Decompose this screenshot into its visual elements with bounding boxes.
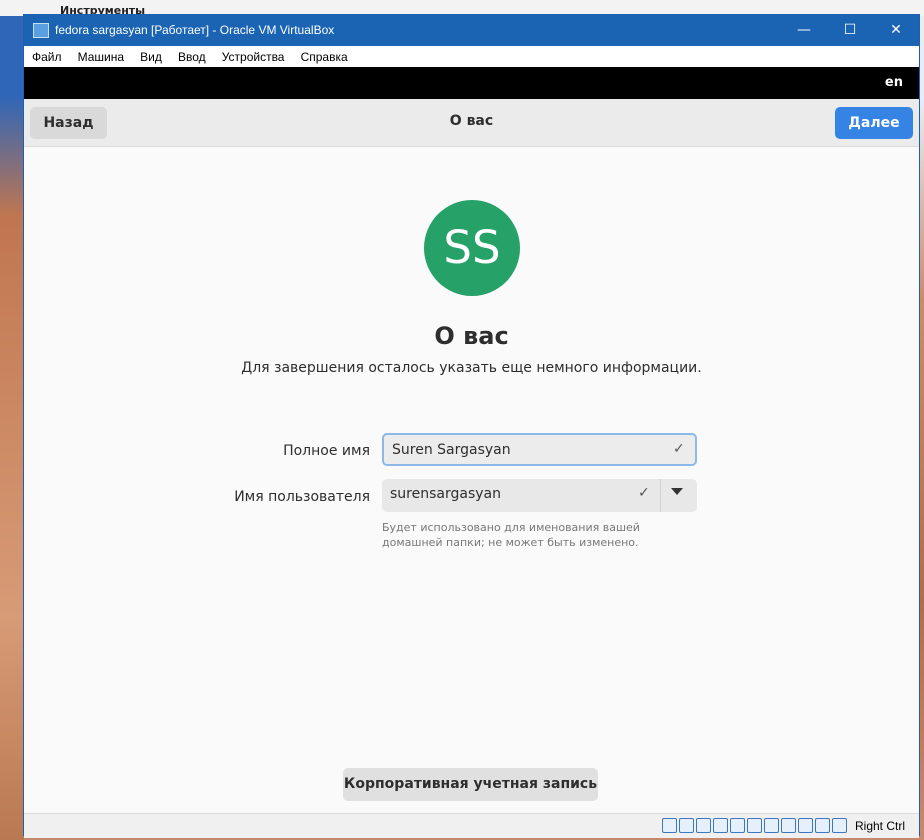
mouse-icon[interactable] — [815, 818, 830, 833]
setup-header: Назад О вас Далее — [24, 99, 919, 147]
about-you-page: SS О вас Для завершения осталось указать… — [24, 147, 919, 813]
menu-devices[interactable]: Устройства — [222, 46, 285, 64]
page-subtitle: Для завершения осталось указать еще немн… — [241, 360, 702, 376]
keyboard-icon[interactable] — [832, 818, 847, 833]
menu-file[interactable]: Файл — [32, 46, 62, 64]
window-title: fedora sargasyan [Работает] - Oracle VM … — [55, 23, 335, 37]
full-name-label: Полное имя — [283, 443, 370, 459]
host-left-edge — [0, 16, 24, 840]
host-key-label: Right Ctrl — [854, 819, 905, 833]
gnome-top-bar: en — [24, 67, 919, 99]
check-icon: ✓ — [673, 441, 685, 457]
menu-help[interactable]: Справка — [301, 46, 348, 64]
hard-disk-icon[interactable] — [662, 818, 677, 833]
usb-icon[interactable] — [730, 818, 745, 833]
virtualbox-icon — [33, 23, 49, 38]
chevron-down-icon[interactable] — [671, 488, 683, 495]
window-titlebar[interactable]: fedora sargasyan [Работает] - Oracle VM … — [24, 15, 919, 46]
username-field[interactable]: surensargasyan ✓ — [382, 479, 697, 512]
optical-drive-icon[interactable] — [679, 818, 694, 833]
menu-machine[interactable]: Машина — [78, 46, 124, 64]
display-icon[interactable] — [764, 818, 779, 833]
check-icon: ✓ — [638, 485, 650, 501]
shared-folder-icon[interactable] — [747, 818, 762, 833]
username-label: Имя пользователя — [234, 489, 370, 505]
full-name-field[interactable]: Suren Sargasyan ✓ — [382, 433, 697, 466]
menu-view[interactable]: Вид — [140, 46, 162, 64]
page-title: О вас — [434, 322, 509, 350]
network-icon[interactable] — [713, 818, 728, 833]
close-button[interactable]: ✕ — [873, 15, 919, 46]
header-title: О вас — [449, 113, 494, 129]
username-value: surensargasyan — [390, 486, 501, 502]
next-button[interactable]: Далее — [835, 107, 913, 139]
cpu-icon[interactable] — [798, 818, 813, 833]
full-name-value: Suren Sargasyan — [392, 442, 511, 458]
avatar[interactable]: SS — [424, 200, 520, 296]
audio-icon[interactable] — [696, 818, 711, 833]
virtualbox-window: fedora sargasyan [Работает] - Oracle VM … — [23, 14, 920, 838]
menu-bar: Файл Машина Вид Ввод Устройства Справка — [24, 46, 919, 67]
separator — [660, 479, 661, 512]
maximize-button[interactable]: ☐ — [827, 15, 873, 46]
status-bar: Right Ctrl — [24, 813, 919, 838]
language-indicator[interactable]: en — [885, 75, 903, 90]
recording-icon[interactable] — [781, 818, 796, 833]
username-hint: Будет использовано для именования вашей … — [382, 521, 640, 549]
menu-input[interactable]: Ввод — [178, 46, 206, 64]
enterprise-login-button[interactable]: Корпоративная учетная запись — [343, 768, 598, 801]
minimize-button[interactable]: — — [781, 15, 827, 46]
